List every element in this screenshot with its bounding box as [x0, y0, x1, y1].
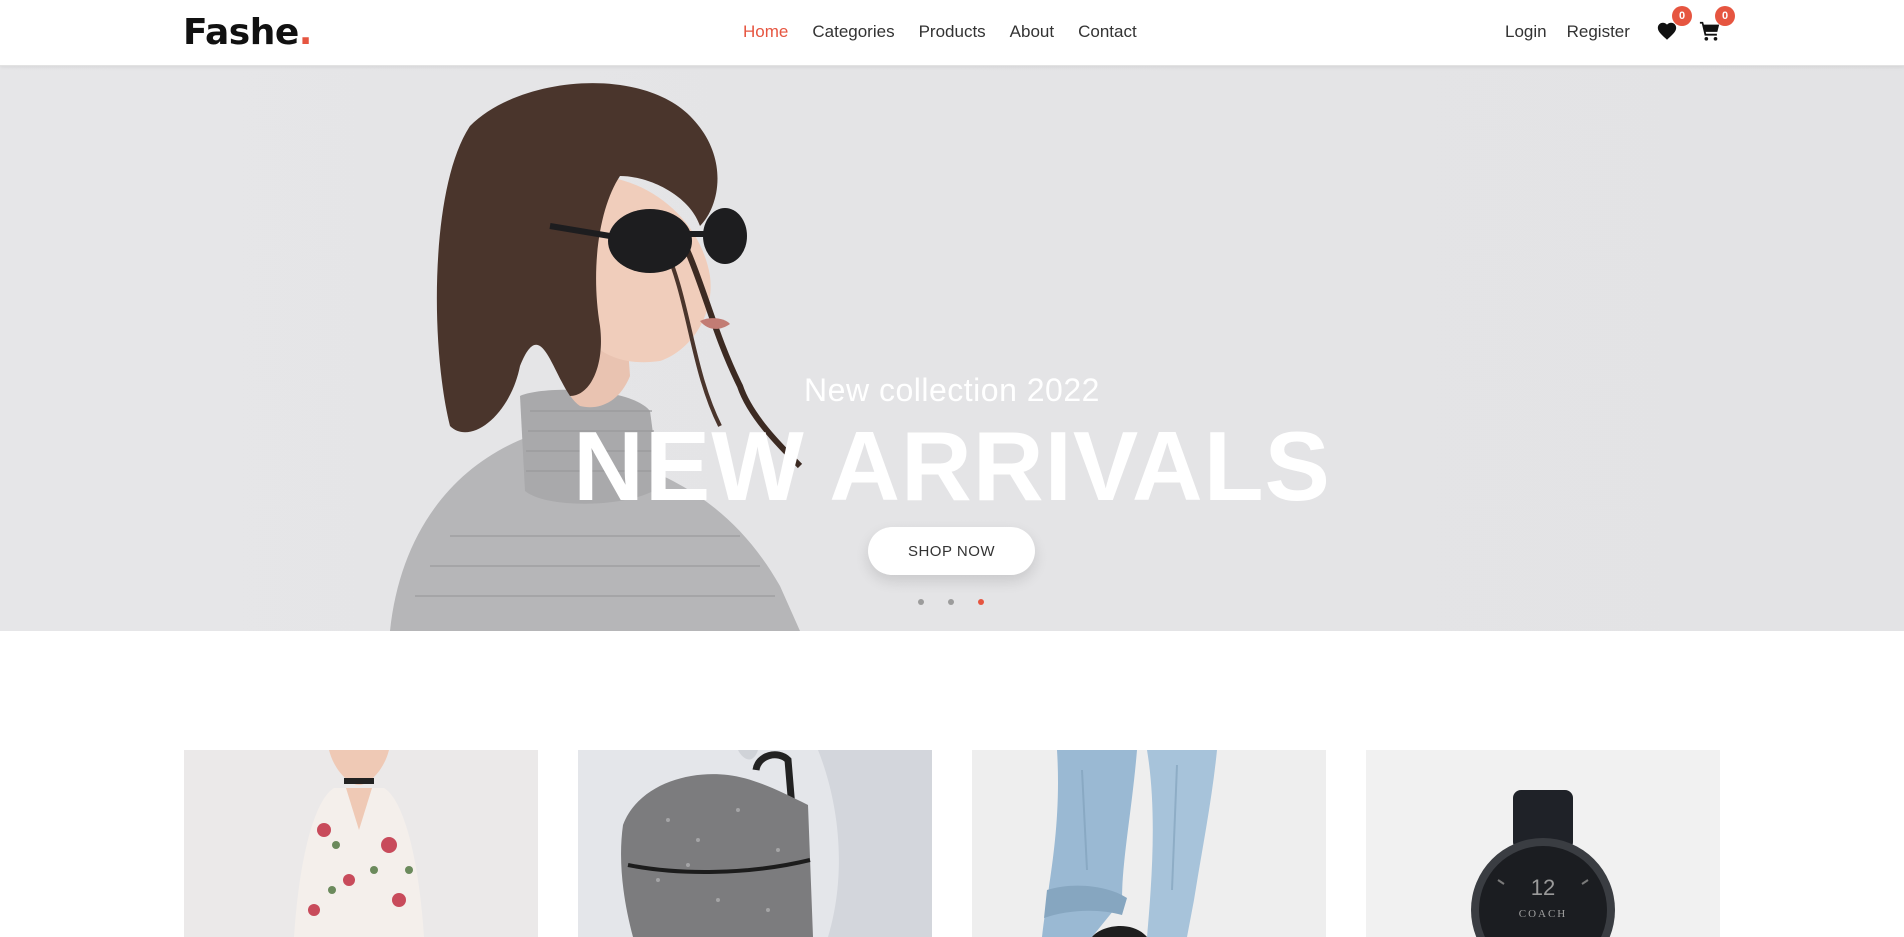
nav-item-about[interactable]: About [1010, 21, 1054, 43]
logo[interactable]: Fashe. [183, 12, 312, 54]
hero-title: NEW ARRIVALS [573, 411, 1331, 521]
category-card-dresses[interactable] [184, 750, 538, 937]
login-link[interactable]: Login [1505, 21, 1547, 43]
category-card-jeans[interactable] [972, 750, 1326, 937]
hero-model-photo [390, 83, 803, 631]
watch-brand-label: COACH [1519, 908, 1568, 920]
blue-jeans-photo [972, 750, 1326, 937]
slider-dot-3[interactable] [978, 599, 984, 605]
wishlist-button[interactable]: 0 [1656, 6, 1692, 42]
slider-dots [918, 599, 984, 605]
wishlist-count-badge: 0 [1672, 6, 1692, 26]
nav-item-contact[interactable]: Contact [1078, 21, 1137, 43]
auth-links: Login Register [1505, 21, 1650, 43]
logo-text: Fashe [183, 12, 299, 53]
hero-subtitle: New collection 2022 [804, 372, 1100, 408]
category-card-bags[interactable] [578, 750, 932, 937]
category-card-watches[interactable]: 12 COACH [1366, 750, 1720, 937]
watch-twelve-numeral: 12 [1531, 875, 1555, 900]
cart-button[interactable]: 0 [1699, 6, 1735, 42]
logo-dot: . [298, 12, 313, 53]
cart-count-badge: 0 [1715, 6, 1735, 26]
nav-item-products[interactable]: Products [919, 21, 986, 43]
main-nav: Home Categories Products About Contact [743, 21, 1137, 43]
hero-slider: New collection 2022 NEW ARRIVALS SHOP NO… [0, 66, 1904, 631]
nav-item-home[interactable]: Home [743, 21, 788, 43]
site-header: Fashe. Home Categories Products About Co… [0, 0, 1904, 66]
nav-item-categories[interactable]: Categories [812, 21, 894, 43]
grey-backpack-photo [578, 750, 932, 937]
shop-now-button[interactable]: SHOP NOW [868, 527, 1035, 575]
black-watch-photo: 12 COACH [1366, 750, 1720, 937]
register-link[interactable]: Register [1567, 21, 1630, 43]
slider-dot-1[interactable] [918, 599, 924, 605]
floral-dress-photo [184, 750, 538, 937]
slider-dot-2[interactable] [948, 599, 954, 605]
